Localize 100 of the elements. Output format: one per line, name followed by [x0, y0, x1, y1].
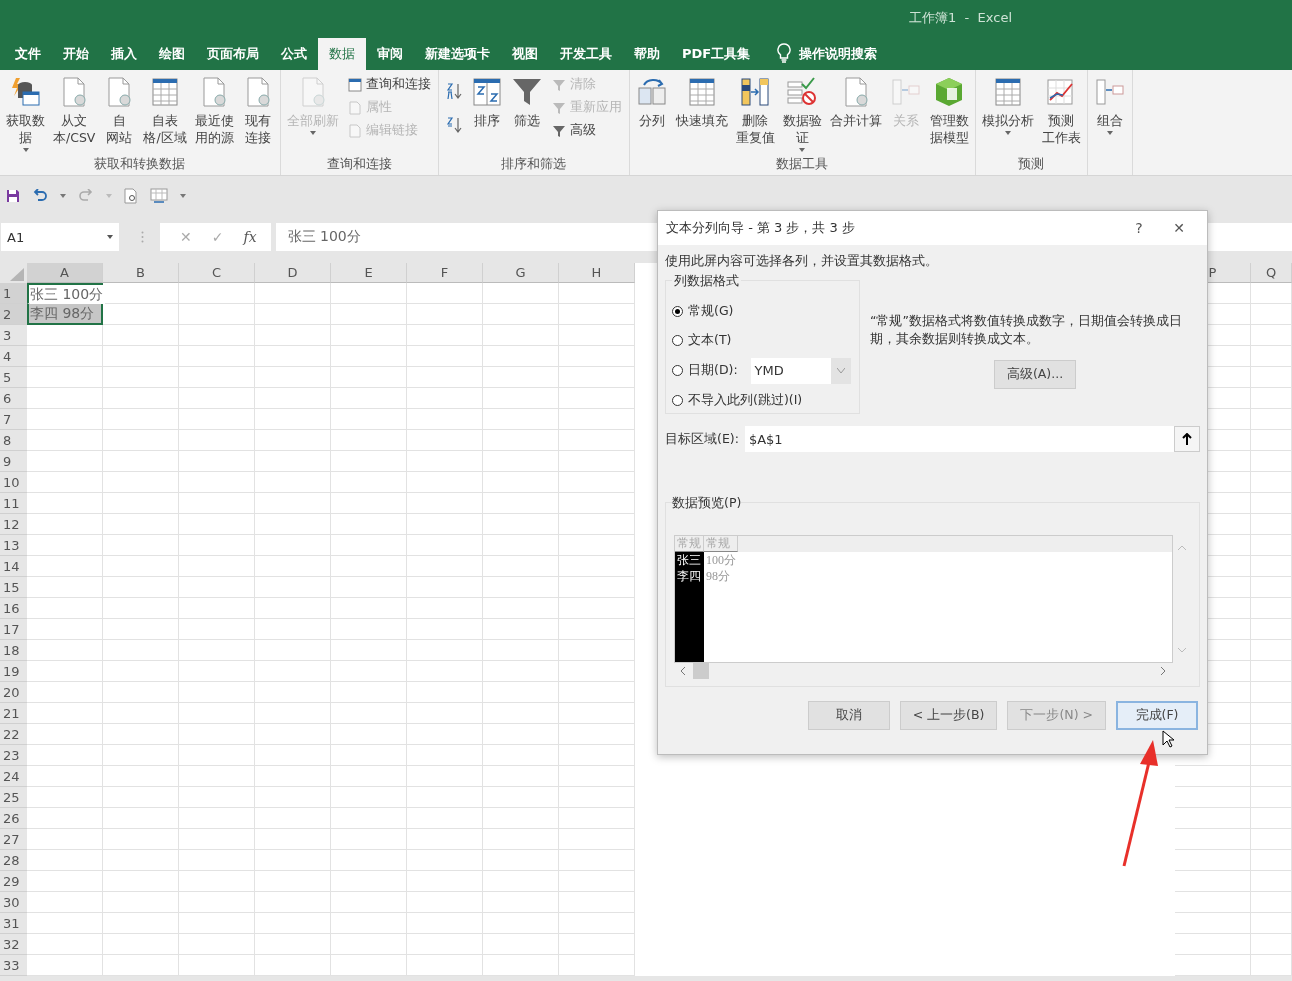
table-cell[interactable]	[179, 892, 255, 913]
ribbon-button[interactable]: 合并计算	[826, 74, 885, 154]
table-cell[interactable]	[179, 871, 255, 892]
scroll-right-icon[interactable]	[1161, 667, 1166, 675]
table-cell[interactable]	[559, 598, 635, 619]
table-cell[interactable]	[27, 514, 103, 535]
row-header[interactable]: 13	[0, 535, 27, 556]
table-cell[interactable]	[483, 472, 559, 493]
table-cell[interactable]	[27, 346, 103, 367]
scroll-left-icon[interactable]	[680, 667, 685, 675]
sort-descending-icon[interactable]	[445, 116, 462, 134]
ribbon-button[interactable]: 自网站	[100, 74, 139, 154]
table-cell[interactable]	[559, 808, 635, 829]
table-cell[interactable]	[1251, 598, 1292, 619]
close-button[interactable]: ✕	[1159, 219, 1199, 237]
table-cell[interactable]	[255, 871, 331, 892]
table-cell[interactable]	[483, 892, 559, 913]
save-icon[interactable]	[6, 189, 20, 203]
table-cell[interactable]	[407, 850, 483, 871]
row-header[interactable]: 22	[0, 724, 27, 745]
customize-caret-icon[interactable]	[180, 194, 186, 198]
row-header[interactable]: 33	[0, 955, 27, 976]
table-cell[interactable]	[179, 577, 255, 598]
table-cell[interactable]	[483, 409, 559, 430]
table-cell[interactable]	[559, 955, 635, 976]
table-cell[interactable]	[407, 682, 483, 703]
ribbon-tab[interactable]: 公式	[270, 38, 318, 70]
table-cell[interactable]	[331, 934, 407, 955]
table-cell[interactable]	[407, 787, 483, 808]
table-cell[interactable]	[255, 472, 331, 493]
help-button[interactable]: ?	[1119, 219, 1159, 237]
radio-button[interactable]	[672, 306, 683, 318]
preview-column[interactable]: 常规 张三 李四	[675, 536, 704, 662]
table-cell[interactable]	[255, 724, 331, 745]
column-header[interactable]: G	[483, 263, 559, 283]
ribbon-button[interactable]: 现有连接	[238, 74, 277, 154]
table-cell[interactable]	[407, 325, 483, 346]
table-cell[interactable]	[1251, 556, 1292, 577]
table-cell[interactable]	[27, 367, 103, 388]
table-cell[interactable]	[103, 892, 179, 913]
table-cell[interactable]	[559, 703, 635, 724]
table-cell[interactable]	[331, 871, 407, 892]
row-header[interactable]: 32	[0, 934, 27, 955]
table-cell[interactable]	[1175, 808, 1251, 829]
lightbulb-icon[interactable]	[777, 43, 792, 63]
table-cell[interactable]	[103, 808, 179, 829]
row-header[interactable]: 14	[0, 556, 27, 577]
column-header[interactable]: Q	[1251, 263, 1292, 283]
table-cell[interactable]	[27, 619, 103, 640]
row-header[interactable]: 9	[0, 451, 27, 472]
table-cell[interactable]	[559, 934, 635, 955]
table-cell[interactable]	[1251, 766, 1292, 787]
table-cell[interactable]	[103, 535, 179, 556]
table-cell[interactable]	[255, 598, 331, 619]
table-cell[interactable]	[1251, 451, 1292, 472]
table-cell[interactable]	[27, 388, 103, 409]
table-icon[interactable]	[150, 188, 168, 204]
table-cell[interactable]	[1251, 367, 1292, 388]
table-cell[interactable]	[103, 682, 179, 703]
table-cell[interactable]	[1251, 955, 1292, 976]
table-cell[interactable]	[103, 787, 179, 808]
table-cell[interactable]	[559, 514, 635, 535]
table-cell[interactable]	[559, 388, 635, 409]
row-header[interactable]: 27	[0, 829, 27, 850]
table-cell[interactable]	[331, 661, 407, 682]
dialog-button[interactable]: < 上一步(B)	[899, 701, 998, 730]
table-cell[interactable]	[407, 619, 483, 640]
radio-button[interactable]	[672, 365, 683, 377]
table-cell[interactable]	[1251, 283, 1292, 304]
sort-ascending-icon[interactable]	[445, 82, 462, 100]
table-cell[interactable]	[255, 577, 331, 598]
table-cell[interactable]	[331, 745, 407, 766]
table-cell[interactable]	[103, 934, 179, 955]
row-header[interactable]: 4	[0, 346, 27, 367]
table-cell[interactable]	[483, 619, 559, 640]
table-cell[interactable]	[27, 430, 103, 451]
table-cell[interactable]	[27, 850, 103, 871]
table-cell[interactable]	[407, 430, 483, 451]
table-cell[interactable]	[179, 535, 255, 556]
dialog-button[interactable]: 完成(F)	[1116, 701, 1198, 730]
row-header[interactable]: 24	[0, 766, 27, 787]
table-cell[interactable]	[179, 304, 255, 325]
table-cell[interactable]	[103, 661, 179, 682]
advanced-button[interactable]: 高级(A)...	[993, 360, 1077, 389]
ribbon-button[interactable]: 高级	[551, 122, 622, 139]
table-cell[interactable]	[407, 745, 483, 766]
table-cell[interactable]	[559, 304, 635, 325]
table-cell[interactable]	[483, 304, 559, 325]
table-cell[interactable]	[483, 934, 559, 955]
table-cell[interactable]	[179, 619, 255, 640]
table-cell[interactable]	[179, 367, 255, 388]
column-header[interactable]: F	[407, 263, 483, 283]
table-cell[interactable]	[331, 388, 407, 409]
table-cell[interactable]	[407, 871, 483, 892]
table-cell[interactable]	[407, 535, 483, 556]
table-cell[interactable]	[103, 304, 179, 325]
table-cell[interactable]	[1251, 787, 1292, 808]
table-cell[interactable]	[255, 556, 331, 577]
table-cell[interactable]	[407, 409, 483, 430]
table-cell[interactable]	[255, 409, 331, 430]
